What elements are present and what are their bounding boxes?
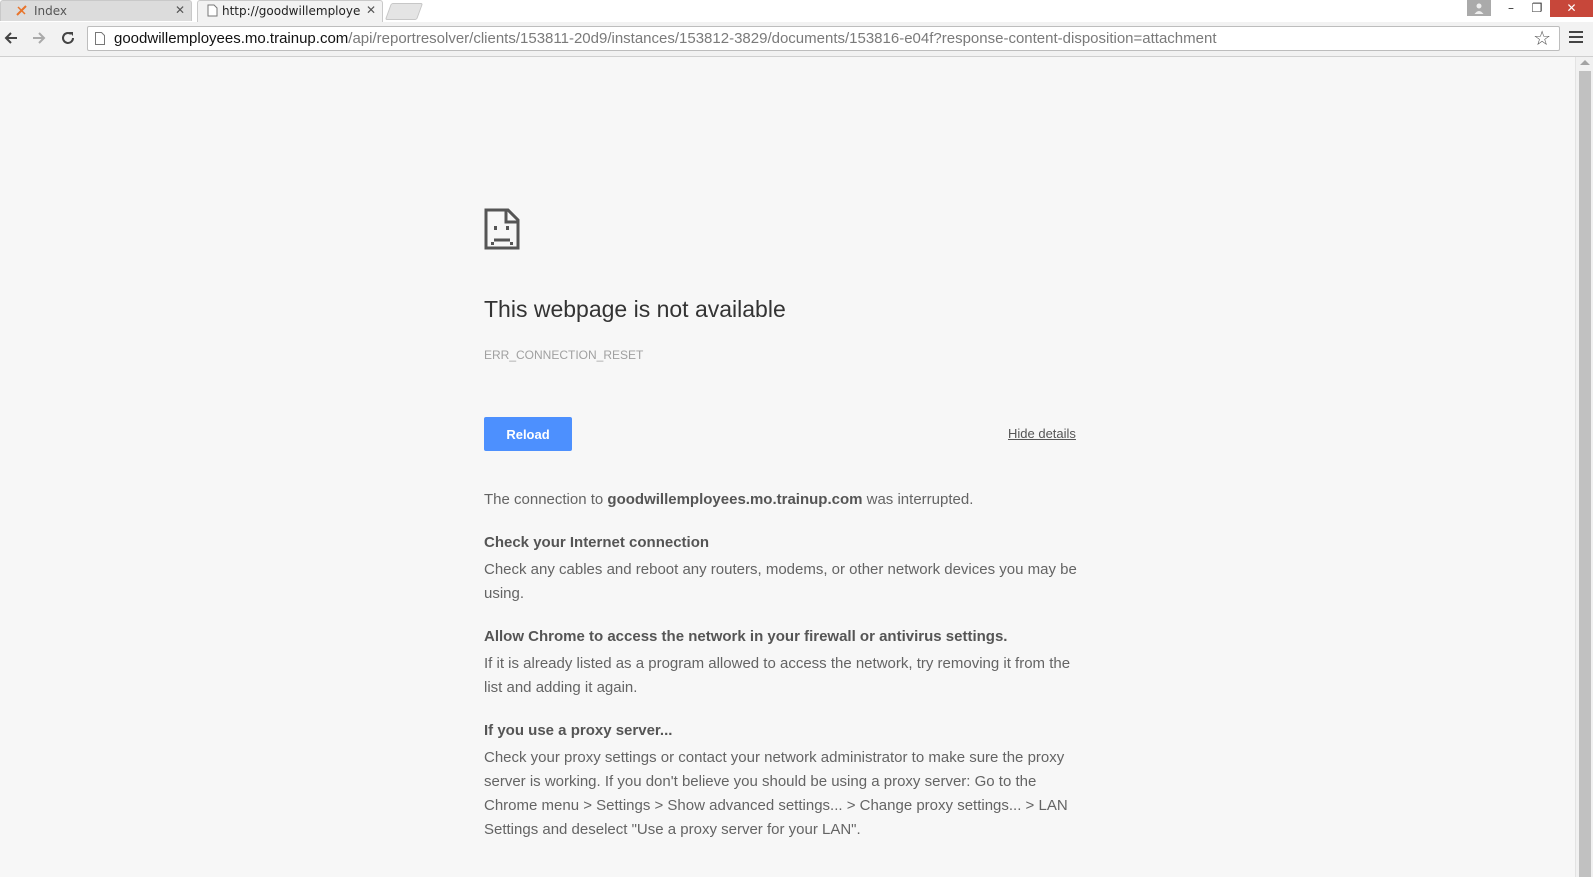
reload-button[interactable]: Reload: [484, 417, 572, 451]
scroll-up-arrow-icon[interactable]: [1580, 60, 1590, 65]
profile-avatar-icon[interactable]: [1467, 0, 1491, 16]
scrollbar[interactable]: [1575, 57, 1593, 877]
back-arrow-icon[interactable]: [0, 27, 22, 49]
error-summary: The connection to goodwillemployees.mo.t…: [484, 491, 974, 508]
index-favicon-icon: [16, 5, 27, 16]
scroll-thumb[interactable]: [1579, 71, 1591, 877]
tab-close-icon[interactable]: ✕: [175, 3, 185, 17]
tab-current[interactable]: http://goodwillemployees ✕: [197, 0, 383, 22]
menu-icon[interactable]: [1566, 28, 1586, 48]
section-heading: Allow Chrome to access the network in yo…: [484, 628, 1008, 645]
section-body: Check any cables and reboot any routers,…: [484, 561, 1077, 602]
section-body: Check your proxy settings or contact you…: [484, 749, 1068, 838]
page-icon: [95, 32, 105, 45]
sad-page-icon: [484, 208, 520, 250]
tab-close-icon[interactable]: ✕: [366, 3, 376, 17]
new-tab-button[interactable]: [384, 3, 424, 20]
error-title: This webpage is not available: [484, 296, 786, 322]
page-favicon-icon: [207, 4, 218, 17]
close-window-icon[interactable]: ✕: [1550, 0, 1593, 17]
browser-toolbar: goodwillemployees.mo.trainup.com/api/rep…: [0, 22, 1593, 57]
tab-label: Index: [34, 4, 68, 18]
minimize-icon[interactable]: –: [1498, 0, 1524, 18]
section-body: If it is already listed as a program all…: [484, 655, 1071, 696]
forward-arrow-icon[interactable]: [28, 27, 50, 49]
tab-label: http://goodwillemployees: [222, 4, 360, 18]
url-text[interactable]: goodwillemployees.mo.trainup.com/api/rep…: [114, 30, 1217, 47]
maximize-icon[interactable]: ❐: [1524, 0, 1550, 18]
tab-strip: Index ✕ http://goodwillemployees ✕ – ❐ ✕: [0, 0, 1593, 22]
tab-index[interactable]: Index ✕: [0, 0, 192, 21]
reload-icon[interactable]: [57, 27, 79, 49]
section-heading: Check your Internet connection: [484, 534, 710, 551]
hide-details-link[interactable]: Hide details: [1008, 426, 1076, 441]
star-icon[interactable]: ☆: [1533, 27, 1551, 50]
section-heading: If you use a proxy server...: [484, 722, 673, 739]
address-bar[interactable]: goodwillemployees.mo.trainup.com/api/rep…: [87, 26, 1560, 51]
error-code: ERR_CONNECTION_RESET: [484, 348, 644, 362]
